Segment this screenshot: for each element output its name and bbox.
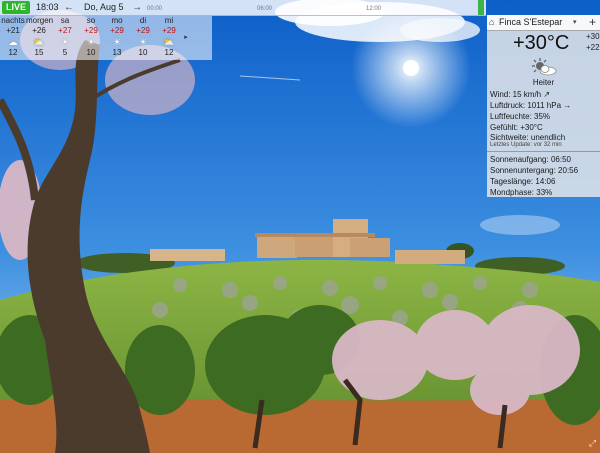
forecast-day[interactable]: nachts +21 ☁ 12 bbox=[0, 16, 26, 60]
location-name[interactable]: Finca S'Estepar bbox=[499, 16, 562, 29]
forecast-day-label: di bbox=[139, 16, 147, 25]
location-selector[interactable]: ⌂ Finca S'Estepar ▾ + bbox=[487, 15, 600, 31]
forecast-day[interactable]: mi +29 ⛅ 12 bbox=[156, 16, 182, 60]
timeline-handle[interactable] bbox=[478, 0, 484, 15]
last-update: Letztes Update: vor 32 min bbox=[490, 142, 562, 148]
sun-icon: ☀ bbox=[138, 37, 148, 47]
timeline-tick: 06:00 bbox=[257, 6, 273, 12]
forecast-low: 5 bbox=[62, 48, 68, 57]
sunset-value: Sonnenuntergang: 20:56 bbox=[490, 166, 579, 175]
moon-cloud-icon: ☁ bbox=[8, 37, 18, 47]
forecast-day-label: morgen bbox=[26, 16, 54, 25]
wind-value: Wind: 15 km/h ↗ bbox=[490, 90, 551, 99]
forecast-day-label: nachts bbox=[1, 16, 25, 25]
add-location-button[interactable]: + bbox=[586, 15, 599, 30]
current-temperature: +30°C bbox=[513, 32, 570, 54]
current-date: Do, Aug 5 bbox=[84, 2, 124, 12]
forecast-strip: nachts +21 ☁ 12 morgen +26 ⛅ 15 sa +27 ☀ 5 so +29 ☀ 10 m… bbox=[0, 16, 212, 60]
forecast-more-arrow-icon[interactable]: ▸ bbox=[182, 16, 190, 60]
timeline-tick: 12:00 bbox=[366, 6, 382, 12]
sunrise-value: Sonnenaufgang: 06:50 bbox=[490, 155, 571, 164]
forecast-day[interactable]: di +29 ☀ 10 bbox=[130, 16, 156, 60]
forecast-day-label: so bbox=[86, 16, 96, 25]
day-length-value: Tageslänge: 14:06 bbox=[490, 177, 556, 186]
forecast-low: 12 bbox=[8, 48, 18, 57]
temperature-low: +22 bbox=[586, 43, 600, 52]
sun-cloud-icon: ⛅ bbox=[33, 37, 45, 47]
timeline-bar[interactable]: LIVE 18:03 ← Do, Aug 5 → 00:00 06:00 12:… bbox=[0, 0, 486, 16]
forecast-day[interactable]: so +29 ☀ 10 bbox=[78, 16, 104, 60]
forecast-low: 15 bbox=[34, 48, 44, 57]
sun-icon: ☀ bbox=[60, 37, 70, 47]
home-icon[interactable]: ⌂ bbox=[489, 17, 494, 28]
forecast-low: 12 bbox=[164, 48, 174, 57]
pressure-value: Luftdruck: 1011 hPa → bbox=[490, 101, 572, 110]
forecast-low: 10 bbox=[86, 48, 96, 57]
timeline-next-arrow-icon[interactable]: → bbox=[132, 1, 142, 14]
humidity-value: Luftfeuchte: 35% bbox=[490, 112, 551, 121]
chevron-down-icon[interactable]: ▾ bbox=[573, 16, 577, 29]
live-badge[interactable]: LIVE bbox=[2, 1, 31, 14]
current-time: 18:03 bbox=[36, 2, 59, 12]
forecast-high: +29 bbox=[84, 26, 98, 35]
forecast-day[interactable]: sa +27 ☀ 5 bbox=[52, 16, 78, 60]
forecast-day-label: mo bbox=[111, 16, 123, 25]
moon-phase-value: Mondphase: 33% bbox=[490, 188, 553, 197]
forecast-day[interactable]: morgen +26 ⛅ 15 bbox=[26, 16, 54, 60]
forecast-day-label: sa bbox=[60, 16, 70, 25]
expand-icon[interactable]: ⤢ bbox=[587, 438, 598, 449]
panel-divider bbox=[487, 151, 600, 152]
sun-cloud-icon: ⛅ bbox=[163, 37, 175, 47]
condition-label: Heiter bbox=[532, 78, 555, 87]
forecast-high: +29 bbox=[162, 26, 176, 35]
forecast-high: +21 bbox=[6, 26, 20, 35]
forecast-low: 10 bbox=[138, 48, 148, 57]
weather-detail-panel: ⌂ Finca S'Estepar ▾ + +30°C +30 +22 Heit… bbox=[487, 15, 600, 197]
forecast-low: 13 bbox=[112, 48, 122, 57]
timeline-prev-arrow-icon[interactable]: ← bbox=[64, 1, 74, 14]
timeline-tick: 00:00 bbox=[147, 6, 163, 12]
temperature-high: +30 bbox=[586, 32, 600, 41]
forecast-high: +26 bbox=[32, 26, 46, 35]
forecast-high: +29 bbox=[136, 26, 150, 35]
forecast-day-label: mi bbox=[164, 16, 174, 25]
forecast-high: +27 bbox=[58, 26, 72, 35]
sun-cloud-icon bbox=[532, 58, 557, 76]
sun-icon: ☀ bbox=[86, 37, 96, 47]
sun-icon: ☀ bbox=[112, 37, 122, 47]
forecast-day[interactable]: mo +29 ☀ 13 bbox=[104, 16, 130, 60]
forecast-high: +29 bbox=[110, 26, 124, 35]
